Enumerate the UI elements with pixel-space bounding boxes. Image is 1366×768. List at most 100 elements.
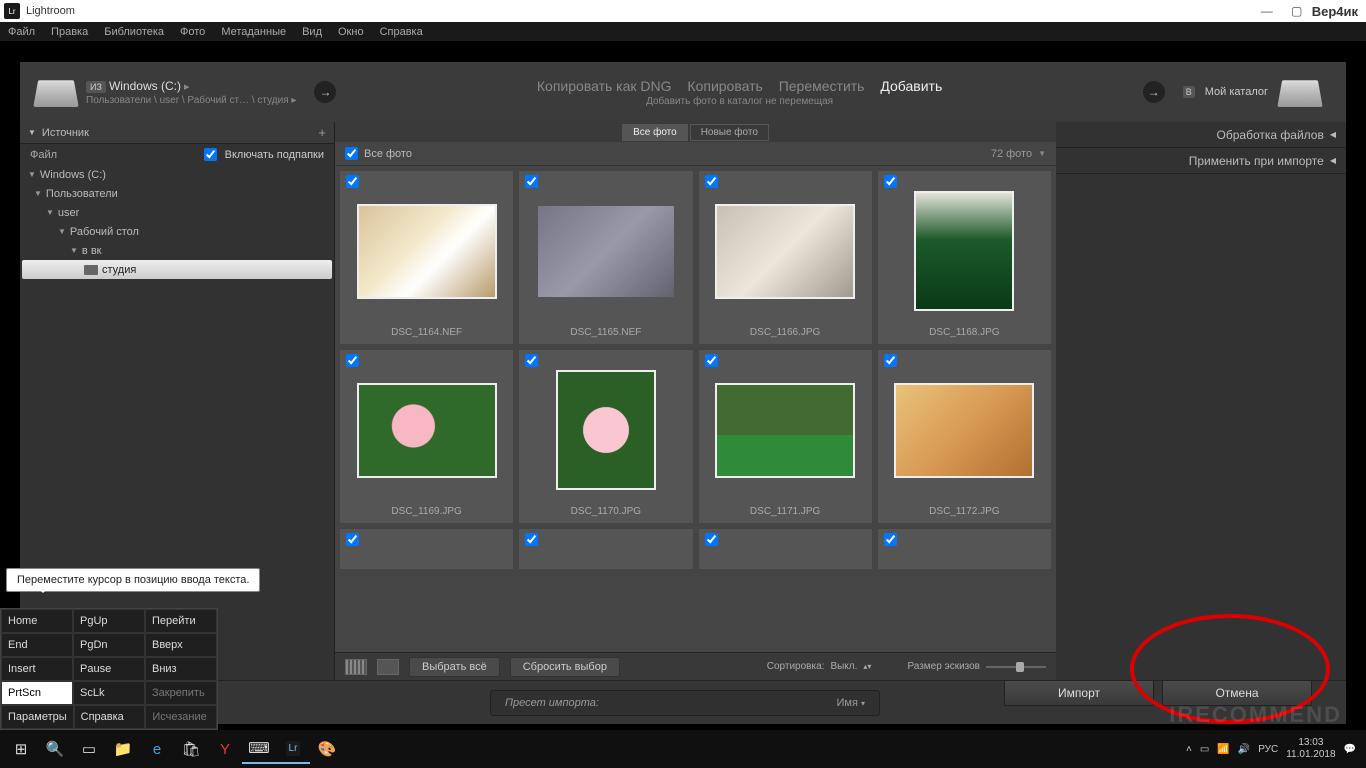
select-all-checkbox[interactable] bbox=[345, 147, 358, 160]
tree-users[interactable]: ▼Пользователи bbox=[20, 184, 334, 203]
menu-library[interactable]: Библиотека bbox=[104, 26, 164, 38]
task-view-icon[interactable]: ▭ bbox=[72, 734, 106, 764]
arrow-right-icon-2[interactable]: → bbox=[1143, 81, 1165, 103]
thumbnail-cell[interactable]: DSC_1171.JPG bbox=[698, 349, 873, 524]
paint-icon[interactable]: 🎨 bbox=[310, 734, 344, 764]
tray-chevron-icon[interactable]: ˄ bbox=[1186, 744, 1192, 755]
grid-view-button[interactable] bbox=[345, 659, 367, 675]
search-icon[interactable]: 🔍 bbox=[38, 734, 72, 764]
import-button[interactable]: Импорт bbox=[1004, 680, 1154, 706]
select-all-button[interactable]: Выбрать всё bbox=[409, 657, 500, 677]
thumbnail-cell[interactable] bbox=[339, 528, 514, 570]
edge-icon[interactable]: e bbox=[140, 734, 174, 764]
thumbnail-cell[interactable] bbox=[518, 528, 693, 570]
key-fade[interactable]: Исчезание bbox=[145, 705, 217, 729]
action-add[interactable]: Добавить bbox=[880, 78, 942, 94]
thumbnail-cell[interactable]: DSC_1164.NEF bbox=[339, 170, 514, 345]
thumbnail-cell[interactable]: DSC_1168.JPG bbox=[877, 170, 1052, 345]
action-copy-dng[interactable]: Копировать как DNG bbox=[537, 78, 672, 94]
menu-view[interactable]: Вид bbox=[302, 26, 322, 38]
thumb-size-slider[interactable] bbox=[986, 666, 1046, 668]
battery-icon[interactable]: ▭ bbox=[1200, 744, 1209, 755]
thumbnail-cell[interactable] bbox=[698, 528, 873, 570]
source-pane-header[interactable]: ▼ Источник + bbox=[20, 122, 334, 144]
clock[interactable]: 13:03 11.01.2018 bbox=[1286, 737, 1335, 761]
menu-metadata[interactable]: Метаданные bbox=[221, 26, 286, 38]
all-photos-label: Все фото bbox=[364, 148, 412, 160]
key-options[interactable]: Параметры bbox=[1, 705, 74, 729]
maximize-button[interactable]: ▢ bbox=[1282, 4, 1312, 18]
include-subfolders-checkbox[interactable] bbox=[204, 148, 217, 161]
destination-block[interactable]: В Мой каталог bbox=[1183, 86, 1268, 98]
lang-indicator[interactable]: РУС bbox=[1258, 744, 1278, 755]
filter-new-photos[interactable]: Новые фото bbox=[690, 124, 769, 141]
tree-desktop[interactable]: ▼Рабочий стол bbox=[20, 222, 334, 241]
thumb-checkbox[interactable] bbox=[346, 354, 359, 367]
key-sclk[interactable]: ScLk bbox=[73, 681, 145, 705]
arrow-right-icon[interactable]: → bbox=[314, 81, 336, 103]
deselect-all-button[interactable]: Сбросить выбор bbox=[510, 657, 620, 677]
key-pgup[interactable]: PgUp bbox=[73, 609, 145, 633]
action-move[interactable]: Переместить bbox=[779, 78, 865, 94]
loupe-view-button[interactable] bbox=[377, 659, 399, 675]
key-prtscn[interactable]: PrtScn bbox=[1, 681, 73, 705]
chevron-down-icon[interactable]: ▼ bbox=[1038, 149, 1046, 158]
thumbnail-cell[interactable]: DSC_1172.JPG bbox=[877, 349, 1052, 524]
menu-photo[interactable]: Фото bbox=[180, 26, 205, 38]
key-pause[interactable]: Pause bbox=[73, 657, 145, 681]
thumb-checkbox[interactable] bbox=[705, 533, 718, 546]
add-source-button[interactable]: + bbox=[318, 125, 326, 140]
thumbnail-cell[interactable]: DSC_1169.JPG bbox=[339, 349, 514, 524]
key-go[interactable]: Перейти bbox=[145, 609, 217, 633]
filter-all-photos[interactable]: Все фото bbox=[622, 124, 688, 141]
source-block[interactable]: ИЗ Windows (C:) ▸ Пользователи \ user \ … bbox=[86, 79, 296, 106]
menu-file[interactable]: Файл bbox=[8, 26, 35, 38]
wifi-icon[interactable]: 📶 bbox=[1217, 744, 1229, 755]
thumb-checkbox[interactable] bbox=[525, 175, 538, 188]
cancel-button[interactable]: Отмена bbox=[1162, 680, 1312, 706]
thumb-checkbox[interactable] bbox=[884, 354, 897, 367]
tree-user[interactable]: ▼user bbox=[20, 203, 334, 222]
menu-edit[interactable]: Правка bbox=[51, 26, 88, 38]
key-end[interactable]: End bbox=[1, 633, 73, 657]
notification-icon[interactable]: 💬 bbox=[1344, 744, 1356, 755]
thumb-checkbox[interactable] bbox=[346, 175, 359, 188]
thumb-checkbox[interactable] bbox=[884, 533, 897, 546]
key-insert[interactable]: Insert bbox=[1, 657, 73, 681]
tree-vk[interactable]: ▼в вк bbox=[20, 241, 334, 260]
menu-help[interactable]: Справка bbox=[380, 26, 423, 38]
key-home[interactable]: Home bbox=[1, 609, 73, 633]
explorer-icon[interactable]: 📁 bbox=[106, 734, 140, 764]
system-tray[interactable]: ˄ ▭ 📶 🔊 РУС 13:03 11.01.2018 💬 bbox=[1186, 737, 1362, 761]
start-button[interactable]: ⊞ bbox=[4, 734, 38, 764]
key-pgdn[interactable]: PgDn bbox=[73, 633, 145, 657]
thumb-checkbox[interactable] bbox=[884, 175, 897, 188]
action-copy[interactable]: Копировать bbox=[687, 78, 762, 94]
apply-during-import-section[interactable]: Применить при импорте◀ bbox=[1056, 148, 1346, 174]
thumb-checkbox[interactable] bbox=[525, 354, 538, 367]
store-icon[interactable]: 🛍 bbox=[174, 734, 208, 764]
key-up[interactable]: Вверх bbox=[145, 633, 217, 657]
key-down[interactable]: Вниз bbox=[145, 657, 217, 681]
osk-taskbar-icon[interactable]: ⌨ bbox=[242, 734, 276, 764]
key-dock[interactable]: Закрепить bbox=[145, 681, 217, 705]
sort-value[interactable]: Выкл. bbox=[830, 661, 857, 672]
lightroom-taskbar-icon[interactable]: Lr bbox=[276, 734, 310, 764]
thumbnail-cell[interactable]: DSC_1166.JPG bbox=[698, 170, 873, 345]
import-preset-bar[interactable]: Пресет импорта: Имя ▾ bbox=[490, 690, 880, 716]
volume-icon[interactable]: 🔊 bbox=[1238, 744, 1250, 755]
thumbnail-cell[interactable]: DSC_1165.NEF bbox=[518, 170, 693, 345]
thumb-checkbox[interactable] bbox=[705, 354, 718, 367]
thumb-checkbox[interactable] bbox=[346, 533, 359, 546]
file-handling-section[interactable]: Обработка файлов◀ bbox=[1056, 122, 1346, 148]
tree-studio[interactable]: студия bbox=[22, 260, 332, 279]
tree-root[interactable]: ▼Windows (C:) bbox=[20, 165, 334, 184]
thumbnail-cell[interactable] bbox=[877, 528, 1052, 570]
thumbnail-cell[interactable]: DSC_1170.JPG bbox=[518, 349, 693, 524]
menu-window[interactable]: Окно bbox=[338, 26, 364, 38]
thumb-checkbox[interactable] bbox=[525, 533, 538, 546]
yandex-icon[interactable]: Y bbox=[208, 734, 242, 764]
thumb-checkbox[interactable] bbox=[705, 175, 718, 188]
minimize-button[interactable]: — bbox=[1252, 4, 1282, 18]
key-help[interactable]: Справка bbox=[74, 705, 146, 729]
